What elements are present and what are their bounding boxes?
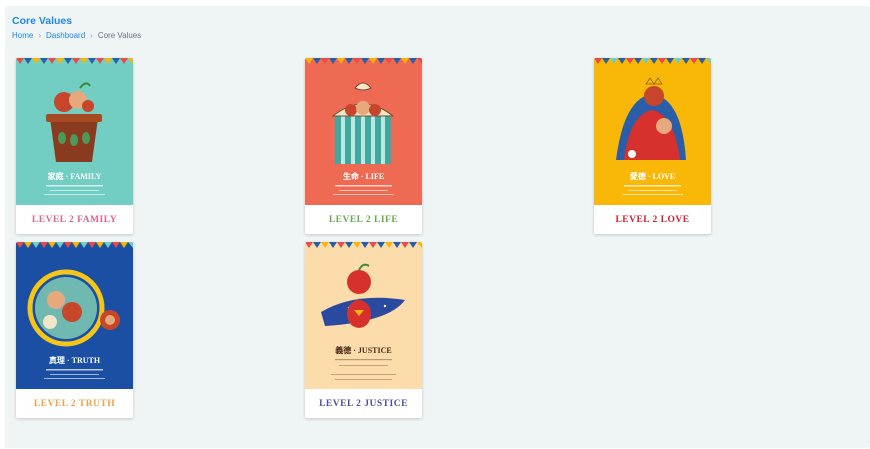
breadcrumb-home-link[interactable]: Home: [12, 31, 33, 40]
chevron-right-icon: ›: [90, 31, 93, 40]
content-panel: Core Values Home › Dashboard › Core Valu…: [5, 6, 870, 448]
breadcrumb-current: Core Values: [97, 31, 142, 40]
breadcrumb: Home › Dashboard › Core Values: [12, 31, 141, 40]
core-value-card-truth[interactable]: 真理 · TRUTH LEVEL 2 TRUTH: [16, 242, 133, 418]
core-value-card-justice[interactable]: 義德 · JUSTICE LEVEL 2 JUSTICE: [305, 242, 422, 418]
life-poster-title: 生命 · LIFE: [343, 171, 384, 181]
card-label-truth: LEVEL 2 TRUTH: [33, 398, 116, 409]
love-poster-title: 愛德 · LOVE: [630, 171, 675, 181]
core-value-card-love[interactable]: 愛德 · LOVE LEVEL 2 LOVE: [594, 58, 711, 234]
love-poster-image: 愛德 · LOVE: [594, 58, 711, 205]
core-value-card-family[interactable]: 家庭 · FAMILY LEVEL 2 FAMILY: [16, 58, 133, 234]
card-label-life: LEVEL 2 LIFE: [328, 214, 399, 225]
card-label-justice: LEVEL 2 JUSTICE: [319, 398, 408, 409]
chevron-right-icon: ›: [38, 31, 42, 40]
core-value-card-life[interactable]: 生命 · LIFE LEVEL 2 LIFE: [305, 58, 422, 234]
breadcrumb-dashboard-link[interactable]: Dashboard: [46, 31, 85, 40]
page-title: Core Values: [12, 15, 73, 27]
truth-poster-image: 真理 · TRUTH: [16, 242, 133, 389]
life-poster-image: 生命 · LIFE: [305, 58, 422, 205]
family-poster-title: 家庭 · FAMILY: [48, 171, 102, 181]
justice-poster-image: 義德 · JUSTICE: [305, 242, 422, 389]
truth-poster-title: 真理 · TRUTH: [49, 355, 101, 365]
family-poster-image: 家庭 · FAMILY: [16, 58, 133, 205]
justice-poster-title: 義德 · JUSTICE: [335, 345, 391, 355]
card-label-love: LEVEL 2 LOVE: [615, 214, 690, 225]
card-label-family: LEVEL 2 FAMILY: [31, 214, 118, 225]
